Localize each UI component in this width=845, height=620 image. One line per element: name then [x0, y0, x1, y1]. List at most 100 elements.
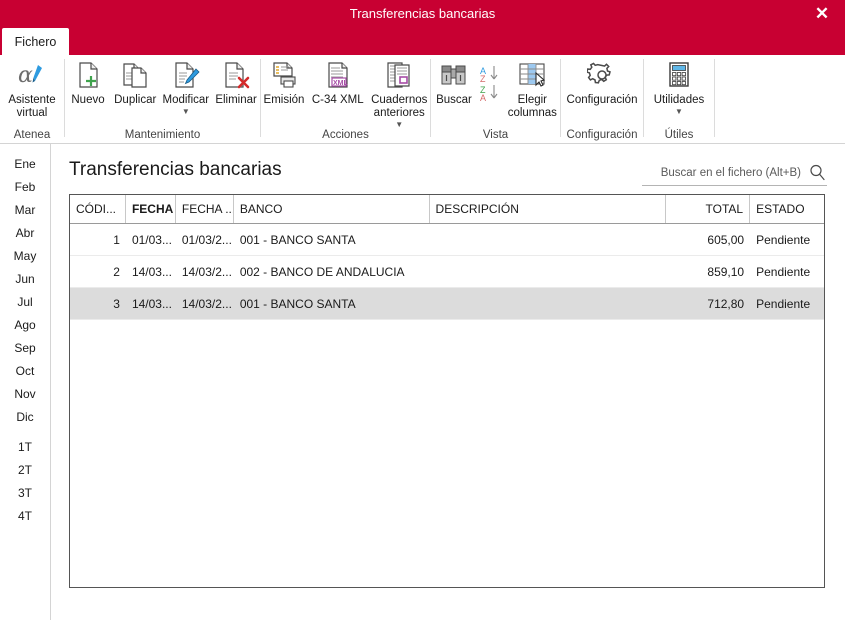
sidebar-month-item[interactable]: Oct: [0, 360, 50, 383]
cell-estado: Pendiente: [756, 264, 811, 279]
cell-total: 605,00: [707, 232, 745, 247]
ribbon-group-configuracion: Configuración Configuración: [561, 55, 643, 143]
ribbon-separator: [714, 59, 715, 137]
modificar-button[interactable]: Modificar ▼: [159, 55, 212, 116]
chevron-down-icon[interactable]: ▼: [395, 121, 403, 129]
ribbon-group-label-acciones: Acciones: [322, 129, 369, 141]
search-icon[interactable]: [807, 164, 827, 181]
sidebar-month-item[interactable]: Dic: [0, 406, 50, 429]
table-row[interactable]: 3 14/03... 14/03/2... 001 - BANCO SANTA 712,…: [70, 288, 824, 320]
grid-header-estado[interactable]: ESTADO: [750, 195, 824, 223]
alpha-assistant-icon: α: [17, 58, 47, 92]
grid-header-codigo[interactable]: CÓDI...: [70, 195, 126, 223]
ribbon-group-vista: Buscar A Z Z A Elegir columnas Vista: [431, 55, 560, 143]
cuadernos-anteriores-label: Cuadernos anteriores: [371, 94, 428, 119]
calculator-icon: [665, 58, 693, 92]
cell-fecha: 14/03...: [131, 296, 172, 311]
sidebar-month-item[interactable]: Mar: [0, 199, 50, 222]
sidebar-month-item[interactable]: Abr: [0, 222, 50, 245]
cell-banco: 001 - BANCO SANTA: [239, 232, 356, 247]
sidebar-month-item[interactable]: Sep: [0, 337, 50, 360]
grid-header-row: CÓDI... FECHA FECHA ... BANCO DESCRIPCIÓN TOT…: [70, 195, 824, 224]
ribbon-group-mantenimiento: Nuevo Duplicar Modificar ▼ Eliminar Mant…: [65, 55, 260, 143]
window-title: Transferencias bancarias: [349, 6, 496, 21]
cell-codigo: 2: [113, 264, 120, 279]
svg-text:XML: XML: [333, 80, 349, 87]
utilidades-button[interactable]: Utilidades ▼: [650, 55, 709, 116]
delete-document-icon: [221, 58, 251, 92]
ribbon-group-atenea: α Asistente virtual Atenea: [0, 55, 64, 143]
cell-banco: 001 - BANCO SANTA: [239, 296, 356, 311]
duplicar-button[interactable]: Duplicar: [111, 55, 159, 107]
buscar-label: Buscar: [436, 94, 472, 106]
choose-columns-icon: [517, 58, 547, 92]
grid-header-banco[interactable]: BANCO: [234, 195, 430, 223]
nuevo-label: Nuevo: [71, 94, 105, 106]
grid-body: 1 01/03... 01/03/2... 001 - BANCO SANTA 605,…: [70, 224, 824, 320]
svg-text:A: A: [480, 93, 486, 103]
eliminar-label: Eliminar: [215, 94, 257, 106]
cell-fecha2: 01/03/2...: [181, 232, 232, 247]
previous-notebooks-icon: [384, 58, 414, 92]
grid-header-fecha2[interactable]: FECHA ...: [176, 195, 234, 223]
ribbon-group-label-vista: Vista: [482, 129, 509, 141]
chevron-down-icon[interactable]: ▼: [675, 108, 683, 116]
sidebar-month-item[interactable]: Nov: [0, 383, 50, 406]
print-document-icon: [269, 58, 299, 92]
cell-fecha: 01/03...: [131, 232, 172, 247]
sidebar-quarter-item[interactable]: 3T: [0, 482, 50, 505]
sort-button[interactable]: A Z Z A: [477, 55, 505, 107]
main-content: Transferencias bancarias CÓDI...FECHAFEC…: [51, 144, 845, 620]
svg-text:Z: Z: [480, 74, 486, 84]
ribbon-tab-strip: [0, 28, 845, 55]
search-input[interactable]: [642, 166, 807, 179]
ribbon-toolbar: α Asistente virtual Atenea Nuevo Duplica…: [0, 55, 845, 143]
elegir-columnas-label: Elegir columnas: [507, 94, 557, 119]
grid-header-total[interactable]: TOTAL: [666, 195, 751, 223]
cell-codigo: 1: [113, 232, 120, 247]
tab-fichero[interactable]: Fichero: [2, 28, 69, 55]
asistente-virtual-label: Asistente virtual: [8, 94, 56, 119]
gear-icon: [587, 58, 617, 92]
asistente-virtual-button[interactable]: α Asistente virtual: [0, 55, 64, 120]
cuadernos-anteriores-button[interactable]: Cuadernos anteriores ▼: [369, 55, 431, 129]
modificar-label: Modificar: [162, 94, 210, 106]
sidebar-month-item[interactable]: Jun: [0, 268, 50, 291]
sidebar-month-item[interactable]: Ago: [0, 314, 50, 337]
eliminar-button[interactable]: Eliminar: [212, 55, 260, 107]
cell-codigo: 3: [113, 296, 120, 311]
emision-button[interactable]: Emisión: [261, 55, 307, 107]
search-box[interactable]: [642, 160, 827, 186]
sidebar-month-item[interactable]: Ene: [0, 153, 50, 176]
cell-banco: 002 - BANCO DE ANDALUCIA: [239, 264, 405, 279]
ribbon-group-label-configuracion: Configuración: [566, 129, 638, 141]
cell-total: 712,80: [707, 296, 745, 311]
sidebar-quarter-item[interactable]: 4T: [0, 505, 50, 528]
configuracion-button[interactable]: Configuración: [563, 55, 642, 107]
c34-xml-label: C-34 XML: [311, 94, 364, 106]
month-list: Ene Feb Mar Abr May Jun Jul Ago Sep Oct Nov Dic: [0, 153, 50, 429]
table-row[interactable]: 1 01/03... 01/03/2... 001 - BANCO SANTA 605,…: [70, 224, 824, 256]
cell-estado: Pendiente: [756, 232, 811, 247]
close-icon[interactable]: ✕: [807, 0, 837, 28]
sidebar-quarter-item[interactable]: 1T: [0, 436, 50, 459]
binoculars-icon: [439, 58, 469, 92]
grid-header-fecha[interactable]: FECHA: [126, 195, 176, 223]
c34-xml-button[interactable]: XML C-34 XML: [307, 55, 369, 107]
table-row[interactable]: 2 14/03... 14/03/2... 002 - BANCO DE ANDALU…: [70, 256, 824, 288]
cell-fecha: 14/03...: [131, 264, 172, 279]
page-title: Transferencias bancarias: [69, 159, 282, 180]
cell-total: 859,10: [707, 264, 745, 279]
emision-label: Emisión: [263, 94, 305, 106]
sidebar-month-item[interactable]: Jul: [0, 291, 50, 314]
sidebar-month-item[interactable]: May: [0, 245, 50, 268]
buscar-button[interactable]: Buscar: [431, 55, 477, 107]
grid-header-descripcion[interactable]: DESCRIPCIÓN: [430, 195, 667, 223]
chevron-down-icon[interactable]: ▼: [182, 108, 190, 116]
sidebar-quarter-item[interactable]: 2T: [0, 459, 50, 482]
nuevo-button[interactable]: Nuevo: [65, 55, 111, 107]
elegir-columnas-button[interactable]: Elegir columnas: [505, 55, 560, 120]
transfers-grid: CÓDI... FECHA FECHA ... BANCO DESCRIPCIÓN TOT…: [69, 194, 825, 588]
sidebar-month-item[interactable]: Feb: [0, 176, 50, 199]
